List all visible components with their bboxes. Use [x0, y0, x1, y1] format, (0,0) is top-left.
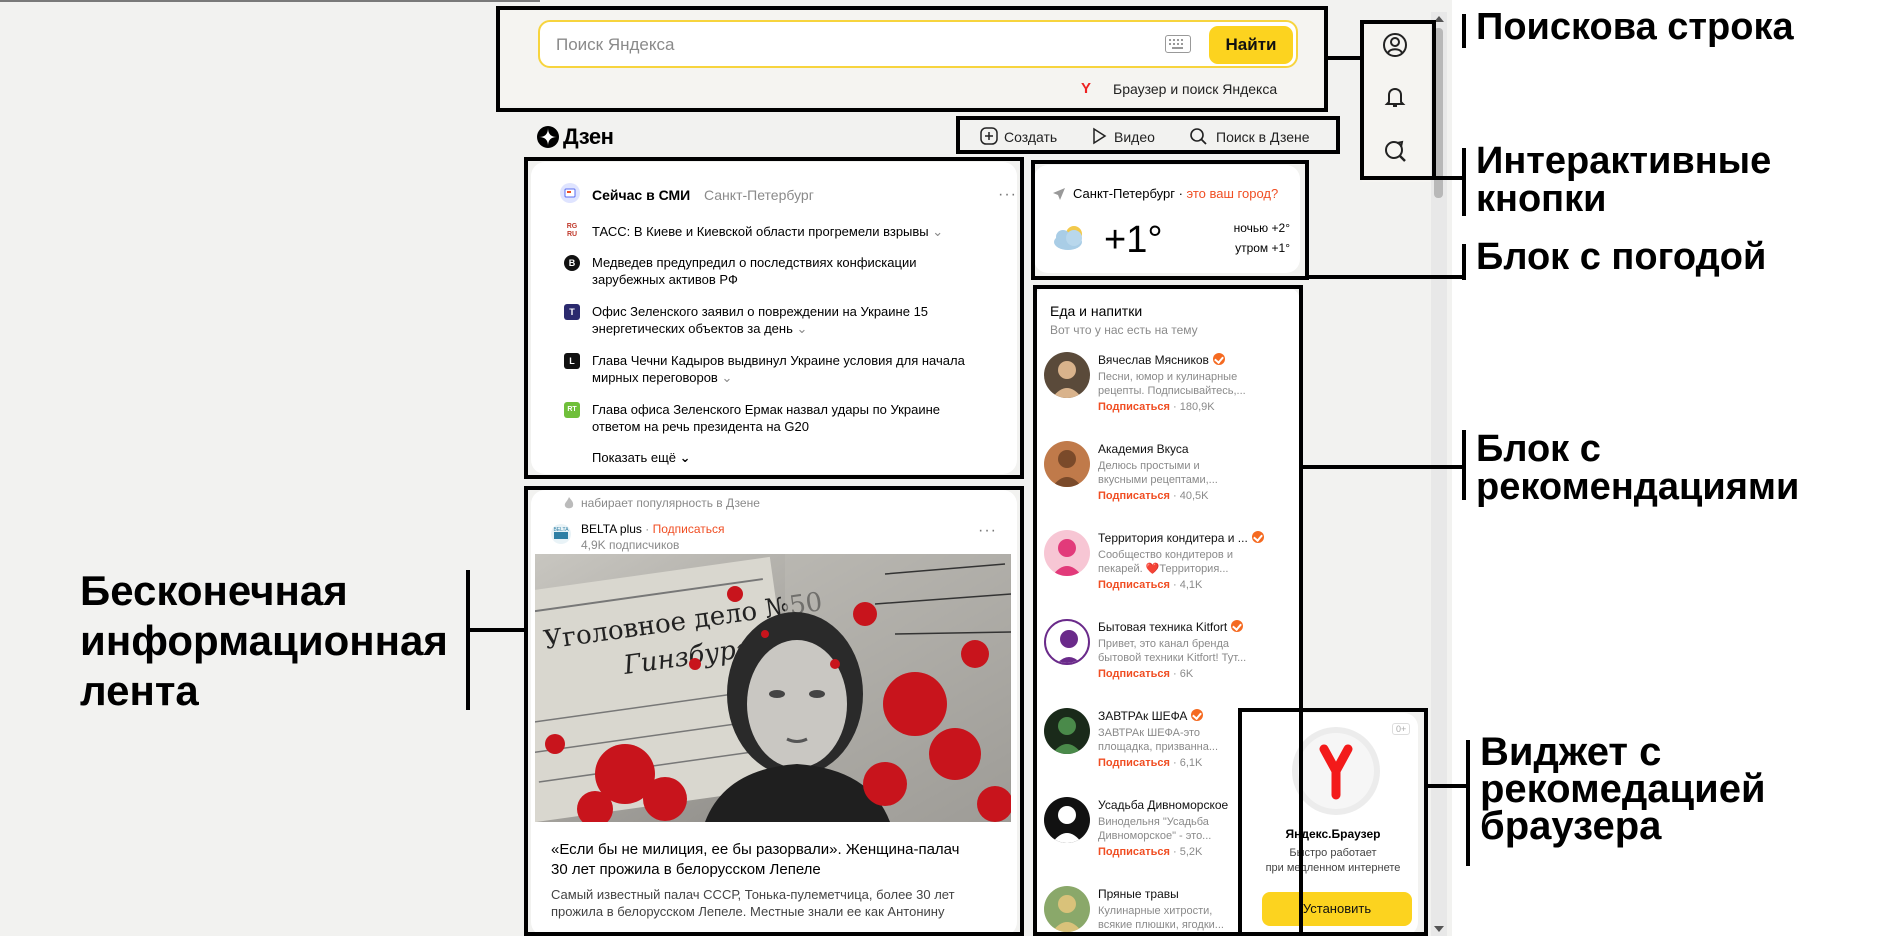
window-top-border: [0, 0, 540, 2]
connector-buttons-bracket: [1462, 148, 1466, 216]
scroll-down-arrow-icon[interactable]: [1434, 926, 1444, 932]
annotation-weather-block: Блок с погодой: [1476, 236, 1767, 278]
annotation-box-feed: [524, 486, 1024, 936]
annotation-recommendations-block: Блок с рекомендациями: [1476, 428, 1800, 508]
annotation-infinite-feed: Бесконечная информационная лента: [80, 567, 448, 714]
connector-browser-widget: [1428, 784, 1470, 788]
connector-recommendations: [1303, 465, 1462, 469]
connector-recommendations-bracket: [1462, 430, 1466, 500]
annotation-box-browser-widget: [1238, 708, 1428, 936]
annotation-box-toolbar: [956, 116, 1340, 154]
connector-feed: [470, 628, 524, 632]
dzen-logo-text[interactable]: Дзен: [563, 124, 614, 150]
connector-weather-bracket: [1462, 244, 1466, 280]
annotation-browser-widget: Виджет с рекомедацией браузера: [1480, 730, 1766, 848]
annotation-box-news: [524, 157, 1024, 479]
annotation-box-side-buttons: [1360, 20, 1436, 180]
connector-browser-widget-bracket: [1466, 740, 1470, 866]
annotation-box-weather: [1031, 160, 1309, 280]
connector-search-bracket: [1462, 14, 1466, 48]
connector-feed-bracket: [466, 570, 470, 710]
connector-weather: [1309, 275, 1462, 279]
annotation-box-search: [496, 6, 1328, 112]
annotation-interactive-buttons: Интерактивные кнопки: [1476, 140, 1772, 220]
dzen-logo-icon: [537, 126, 559, 148]
connector-search: [1328, 56, 1360, 60]
annotation-search-bar: Поискова строка: [1476, 6, 1794, 48]
